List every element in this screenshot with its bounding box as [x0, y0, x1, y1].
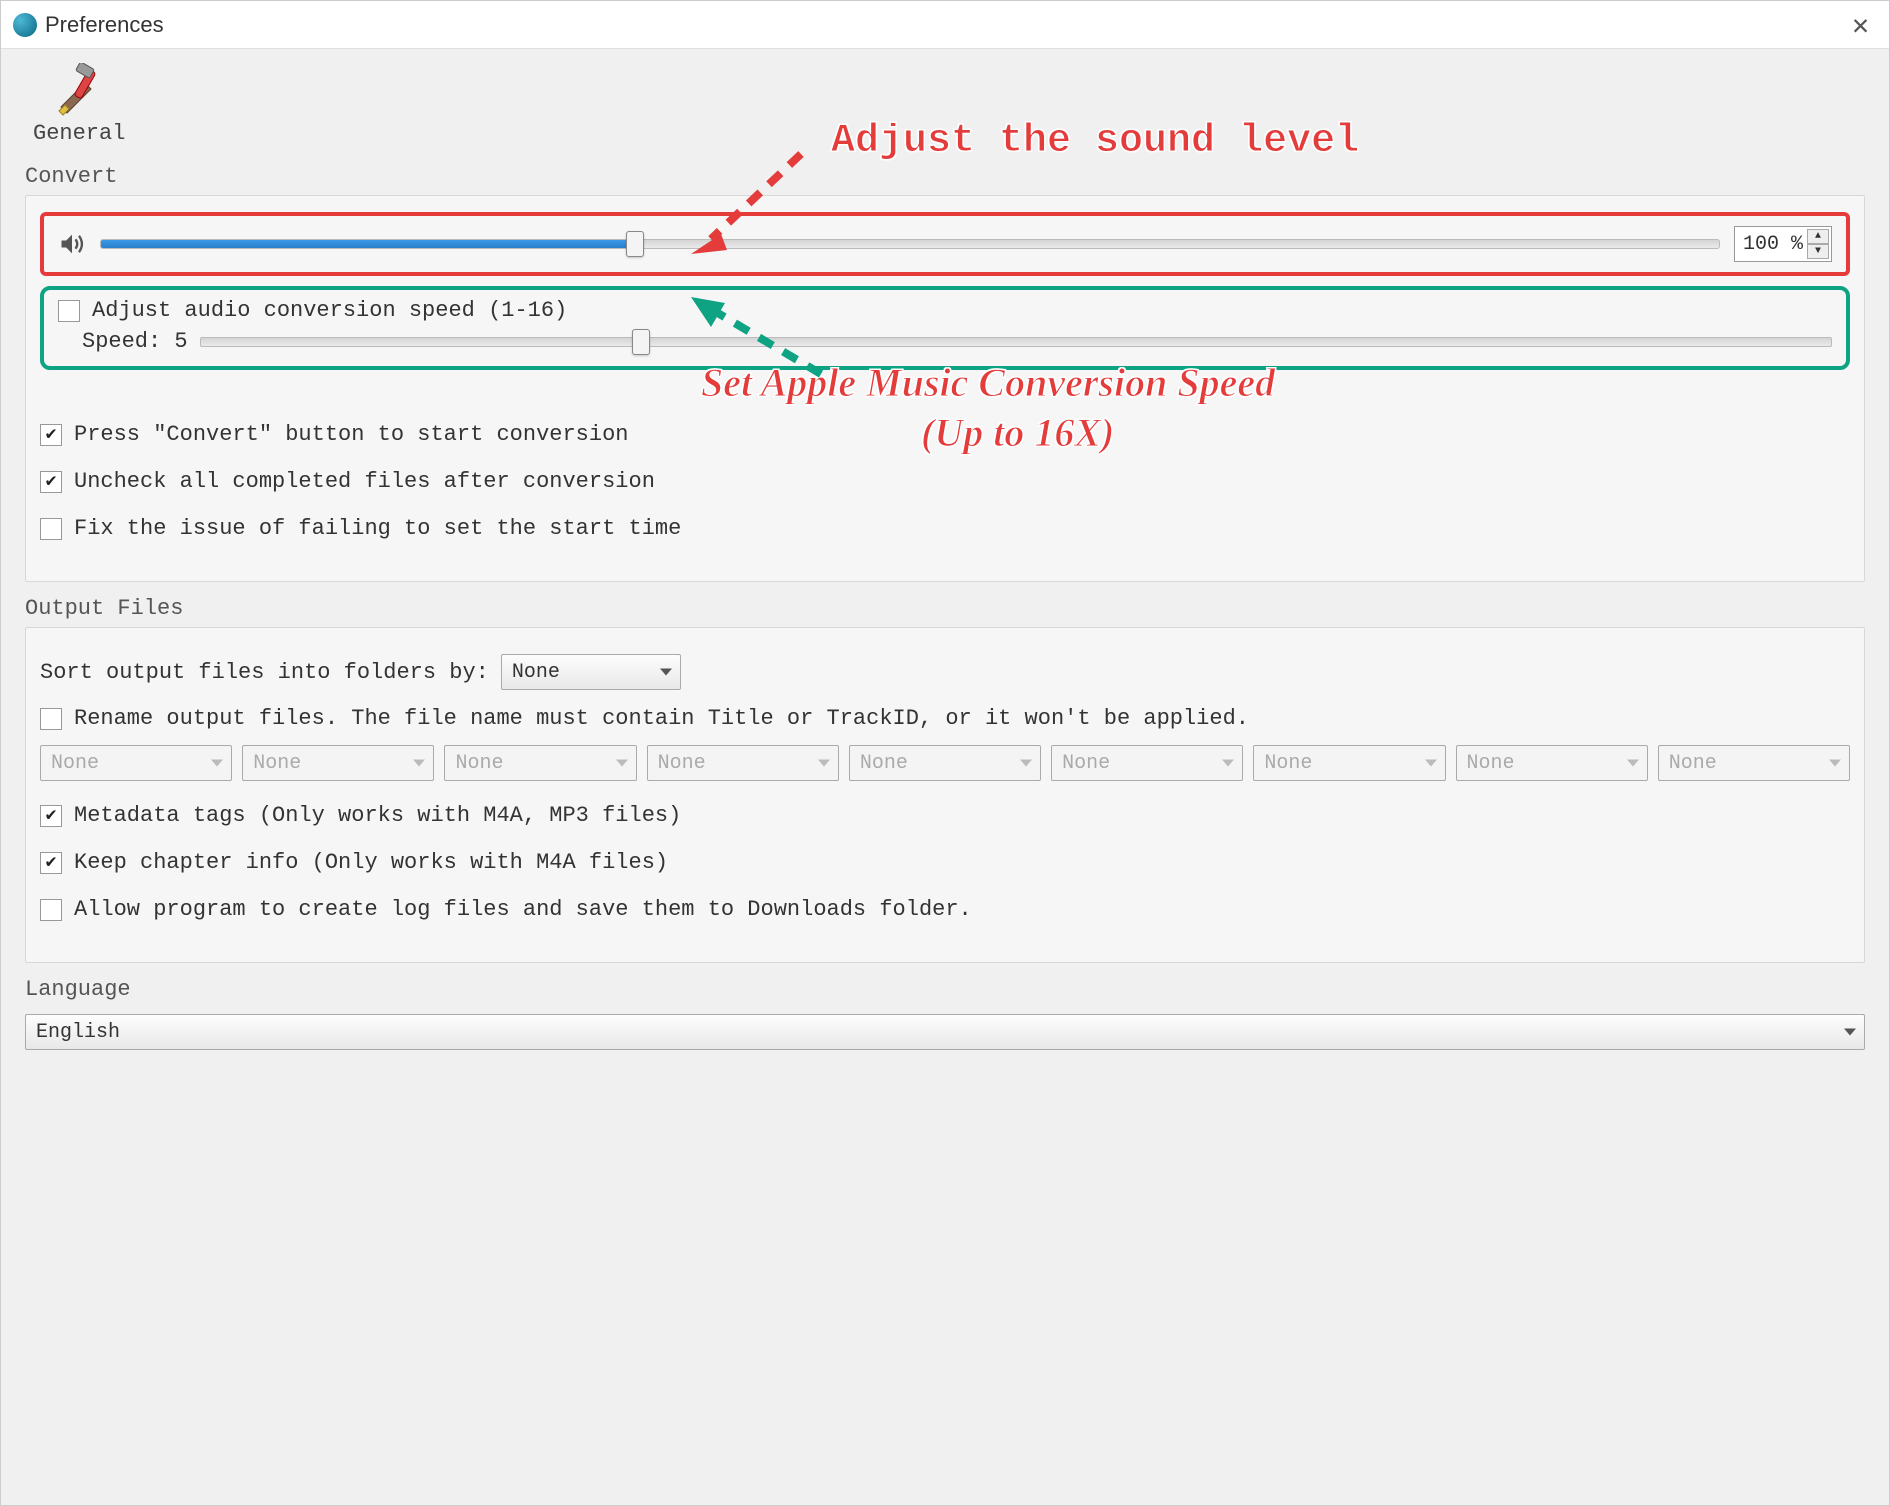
app-icon	[13, 13, 37, 37]
press-convert-label: Press "Convert" button to start conversi…	[74, 422, 629, 447]
rename-label: Rename output files. The file name must …	[74, 706, 1249, 731]
sort-value: None	[512, 661, 560, 684]
rename-select-value: None	[1264, 752, 1312, 775]
volume-row-highlight: 100 % ▲ ▼	[40, 212, 1850, 276]
uncheck-completed-checkbox[interactable]: ✔	[40, 471, 62, 493]
language-section-label: Language	[25, 977, 1865, 1002]
log-label: Allow program to create log files and sa…	[74, 897, 972, 922]
chapter-checkbox[interactable]: ✔	[40, 852, 62, 874]
uncheck-completed-label: Uncheck all completed files after conver…	[74, 469, 655, 494]
fix-issue-label: Fix the issue of failing to set the star…	[74, 516, 681, 541]
rename-select-4[interactable]: None	[849, 745, 1041, 781]
chapter-label: Keep chapter info (Only works with M4A f…	[74, 850, 668, 875]
speaker-icon	[58, 230, 86, 258]
chevron-down-icon	[616, 760, 628, 767]
rename-select-2[interactable]: None	[444, 745, 636, 781]
rename-select-8[interactable]: None	[1658, 745, 1850, 781]
rename-select-0[interactable]: None	[40, 745, 232, 781]
chevron-down-icon	[1425, 760, 1437, 767]
rename-select-value: None	[455, 752, 503, 775]
titlebar: Preferences ✕	[1, 1, 1889, 49]
volume-down-button[interactable]: ▼	[1807, 244, 1829, 259]
rename-select-value: None	[1062, 752, 1110, 775]
volume-up-button[interactable]: ▲	[1807, 229, 1829, 244]
rename-select-value: None	[253, 752, 301, 775]
convert-section-label: Convert	[25, 164, 1865, 189]
log-checkbox[interactable]	[40, 899, 62, 921]
close-button[interactable]: ✕	[1844, 11, 1877, 39]
volume-value: 100 %	[1743, 233, 1803, 256]
chevron-down-icon	[413, 760, 425, 767]
rename-select-1[interactable]: None	[242, 745, 434, 781]
language-value: English	[36, 1021, 120, 1044]
rename-select-value: None	[51, 752, 99, 775]
output-section-label: Output Files	[25, 596, 1865, 621]
rename-select-value: None	[658, 752, 706, 775]
sort-dropdown[interactable]: None	[501, 654, 681, 690]
window-title: Preferences	[45, 12, 1844, 38]
chevron-down-icon	[1020, 760, 1032, 767]
output-group: Sort output files into folders by: None …	[25, 627, 1865, 963]
volume-input[interactable]: 100 % ▲ ▼	[1734, 226, 1832, 262]
fix-issue-checkbox[interactable]	[40, 518, 62, 540]
tab-general[interactable]: General	[25, 59, 133, 150]
chevron-down-icon	[1844, 1029, 1856, 1036]
press-convert-checkbox[interactable]: ✔	[40, 424, 62, 446]
chevron-down-icon	[211, 760, 223, 767]
metadata-label: Metadata tags (Only works with M4A, MP3 …	[74, 803, 681, 828]
convert-group: 100 % ▲ ▼ Adjust audio conversion speed …	[25, 195, 1865, 582]
tab-general-label: General	[33, 121, 125, 146]
rename-select-5[interactable]: None	[1051, 745, 1243, 781]
chevron-down-icon	[818, 760, 830, 767]
speed-slider[interactable]	[200, 337, 1832, 347]
speed-slider-thumb[interactable]	[632, 329, 650, 355]
speed-row-highlight: Adjust audio conversion speed (1-16) Spe…	[40, 286, 1850, 370]
chevron-down-icon	[1829, 760, 1841, 767]
language-dropdown[interactable]: English	[25, 1014, 1865, 1050]
adjust-speed-checkbox[interactable]	[58, 300, 80, 322]
rename-select-6[interactable]: None	[1253, 745, 1445, 781]
rename-checkbox[interactable]	[40, 708, 62, 730]
rename-select-7[interactable]: None	[1456, 745, 1648, 781]
rename-select-value: None	[1467, 752, 1515, 775]
chevron-down-icon	[1222, 760, 1234, 767]
rename-select-value: None	[1669, 752, 1717, 775]
adjust-speed-label: Adjust audio conversion speed (1-16)	[92, 298, 567, 323]
chevron-down-icon	[660, 669, 672, 676]
chevron-down-icon	[1627, 760, 1639, 767]
rename-select-value: None	[860, 752, 908, 775]
volume-slider-thumb[interactable]	[626, 231, 644, 257]
metadata-checkbox[interactable]: ✔	[40, 805, 62, 827]
volume-slider[interactable]	[100, 239, 1720, 249]
speed-value-label: Speed: 5	[82, 329, 188, 354]
tools-icon	[51, 63, 107, 119]
sort-label: Sort output files into folders by:	[40, 660, 489, 685]
rename-select-3[interactable]: None	[647, 745, 839, 781]
